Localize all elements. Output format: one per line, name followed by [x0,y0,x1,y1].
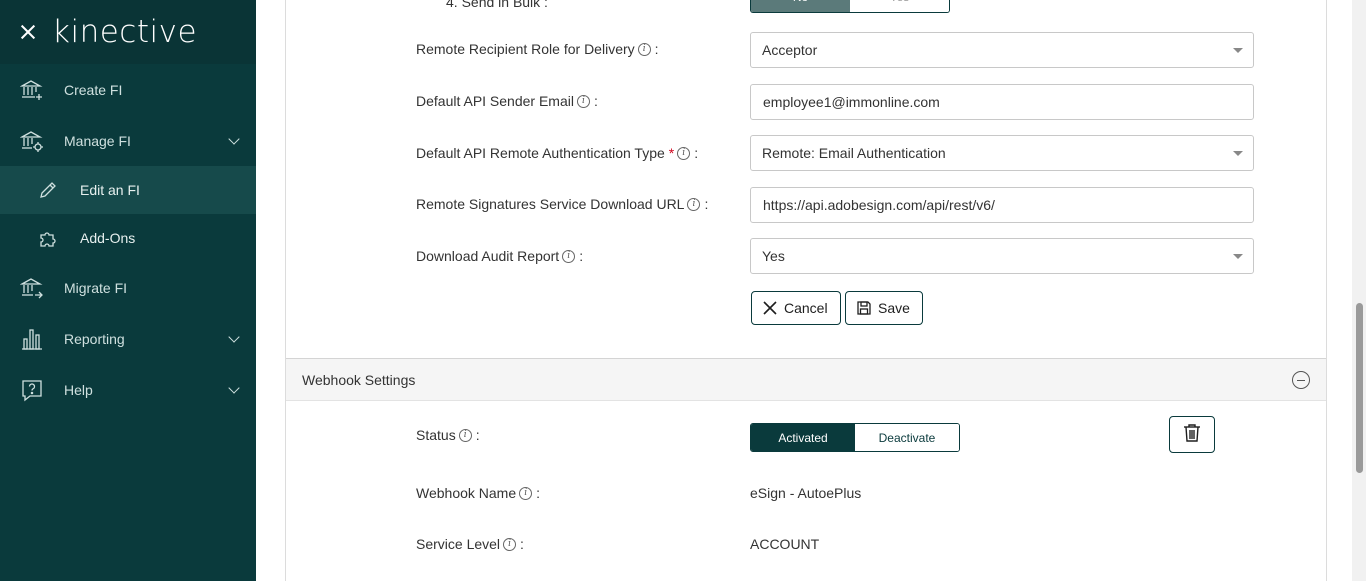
bank-plus-icon [20,78,44,102]
trash-icon [1183,423,1201,446]
sidebar-item-label: Reporting [64,330,125,347]
info-icon[interactable]: i [519,486,533,500]
info-icon[interactable]: i [458,428,472,442]
webhook-status-label: Status i : [416,427,480,443]
download-audit-report-label: Download Audit Report i : [416,248,584,264]
status-activated-option[interactable]: Activated [751,424,855,451]
info-icon[interactable]: i [503,537,517,551]
bar-chart-icon [20,327,44,351]
sidebar-item-reporting[interactable]: Reporting [0,313,256,364]
chevron-down-icon [228,382,240,394]
webhook-settings-header[interactable]: Webhook Settings [286,358,1326,401]
sidebar-item-help[interactable]: Help [0,364,256,415]
close-icon[interactable] [18,22,38,42]
remote-recipient-role-label: Remote Recipient Role for Delivery i : [416,41,659,57]
brand-bar: kinective [0,0,256,64]
scrollbar-track[interactable] [1352,0,1366,581]
sidebar-item-create-fi[interactable]: Create FI [0,64,256,115]
info-icon[interactable]: i [677,146,691,160]
puzzle-icon [38,228,58,248]
close-icon [762,300,778,316]
save-button[interactable]: Save [845,291,923,325]
floppy-disk-icon [856,300,872,316]
delete-webhook-button[interactable] [1169,416,1215,453]
sidebar-item-add-ons[interactable]: Add-Ons [0,214,256,262]
sidebar-item-label: Create FI [64,81,123,98]
sidebar: kinective Create FI Manage FI Edit an FI… [0,0,256,581]
send-in-bulk-toggle[interactable]: No Yes [750,0,950,13]
question-icon [20,378,44,402]
default-api-sender-email-input[interactable]: employee1@immonline.com [750,84,1254,120]
required-asterisk: * [668,145,675,161]
info-icon[interactable]: i [637,42,651,56]
dropdown-caret-icon [1233,254,1243,259]
info-icon[interactable]: i [687,197,701,211]
sidebar-item-migrate-fi[interactable]: Migrate FI [0,262,256,313]
default-api-remote-auth-type-select[interactable]: Remote: Email Authentication [750,135,1254,171]
bank-arrow-icon [20,276,44,300]
pencil-icon [38,180,58,200]
sidebar-item-edit-fi[interactable]: Edit an FI [0,166,256,214]
sidebar-item-label: Migrate FI [64,279,128,296]
chevron-down-icon [228,133,240,145]
dropdown-caret-icon [1233,48,1243,53]
sidebar-item-label: Edit an FI [80,182,140,198]
sidebar-item-manage-fi[interactable]: Manage FI [0,115,256,166]
service-level-value: ACCOUNT [750,536,820,552]
send-in-bulk-no[interactable]: No [751,0,850,12]
info-icon[interactable]: i [562,249,576,263]
remote-signatures-download-url-input[interactable]: https://api.adobesign.com/api/rest/v6/ [750,187,1254,223]
main-content: 4. Send in Bulk : No Yes Remote Recipien… [256,0,1352,581]
status-deactivate-option[interactable]: Deactivate [855,424,959,451]
send-in-bulk-label: 4. Send in Bulk : [446,0,548,10]
remote-signatures-download-url-label: Remote Signatures Service Download URL i… [416,196,709,212]
info-icon[interactable]: i [576,94,590,108]
bank-gear-icon [20,129,44,153]
cancel-button[interactable]: Cancel [751,291,841,325]
chevron-down-icon [228,331,240,343]
settings-panel: 4. Send in Bulk : No Yes Remote Recipien… [285,0,1327,581]
sidebar-item-label: Add-Ons [80,230,136,246]
default-api-remote-auth-type-label: Default API Remote Authentication Type *… [416,145,699,161]
webhook-name-value: eSign - AutoePlus [750,485,862,501]
sidebar-item-label: Manage FI [64,132,131,149]
sidebar-item-label: Help [64,381,93,398]
webhook-status-toggle[interactable]: Activated Deactivate [750,423,960,452]
webhook-name-label: Webhook Name i : [416,485,541,501]
section-title: Webhook Settings [302,371,416,388]
default-api-sender-email-label: Default API Sender Email i : [416,93,598,109]
download-audit-report-select[interactable]: Yes [750,238,1254,274]
remote-recipient-role-select[interactable]: Acceptor [750,32,1254,68]
send-in-bulk-yes[interactable]: Yes [850,0,949,12]
collapse-minus-icon[interactable] [1292,371,1310,389]
dropdown-caret-icon [1233,151,1243,156]
kinective-logo: kinective [52,14,198,50]
service-level-label: Service Level i : [416,536,524,552]
scrollbar-thumb[interactable] [1356,303,1363,473]
